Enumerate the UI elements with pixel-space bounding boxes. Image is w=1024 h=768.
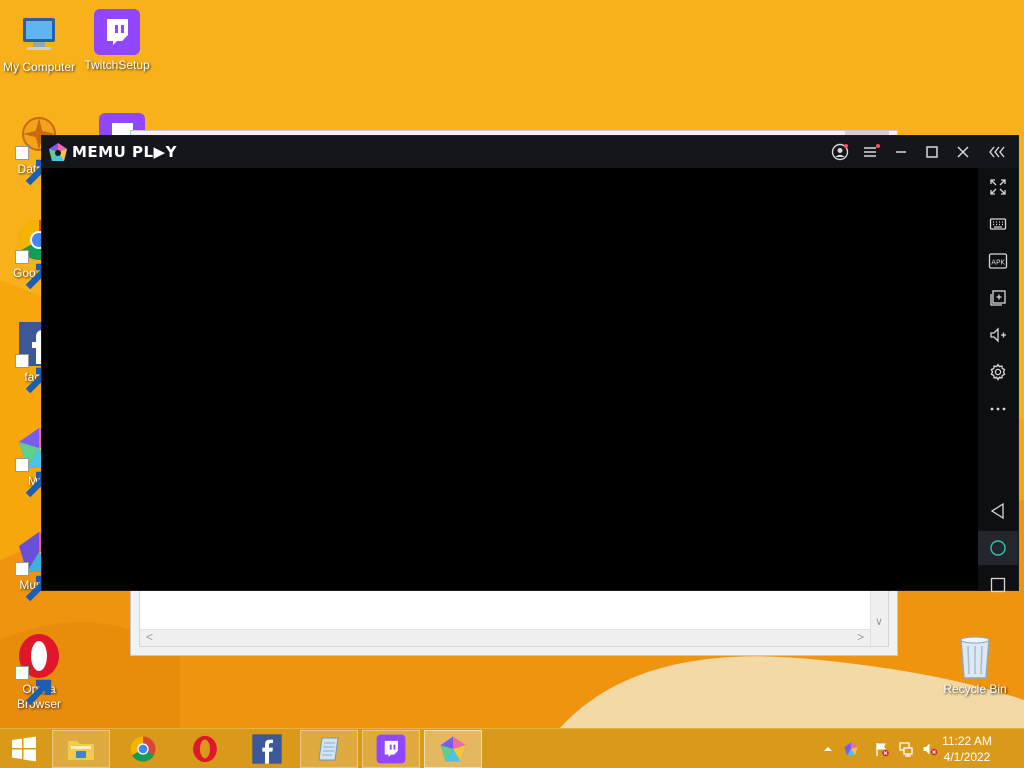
android-recents-button[interactable] <box>978 568 1018 602</box>
taskbar-chrome[interactable] <box>114 730 172 768</box>
twitch-icon <box>376 734 406 764</box>
menu-icon <box>864 144 880 157</box>
desktop-icon-twitchsetup[interactable]: TwitchSetup <box>78 8 156 73</box>
android-back-button[interactable] <box>978 494 1018 528</box>
multi-window-button[interactable] <box>978 281 1018 315</box>
computer-icon <box>15 10 63 58</box>
home-icon <box>990 540 1006 556</box>
desktop-icon-my-computer[interactable]: My Computer <box>0 10 78 75</box>
opera-icon <box>15 632 63 706</box>
shortcut-arrow-icon <box>15 250 52 290</box>
taskbar-notepad[interactable] <box>300 730 358 768</box>
shortcut-arrow-icon <box>15 354 52 394</box>
account-icon <box>831 143 849 161</box>
volume-up-icon <box>990 327 1006 343</box>
keyboard-button[interactable] <box>978 207 1018 241</box>
maximize-icon <box>926 146 938 158</box>
android-screen[interactable] <box>42 168 978 590</box>
menu-button[interactable] <box>858 140 884 164</box>
multi-window-icon <box>990 290 1006 306</box>
keyboard-icon <box>989 218 1007 230</box>
close-icon <box>957 146 969 158</box>
notepad-icon <box>318 737 339 761</box>
show-hidden-icons-icon[interactable] <box>820 741 836 757</box>
app-title: MEMU PL▶Y <box>72 143 177 161</box>
memu-icon <box>440 736 466 762</box>
shortcut-arrow-icon <box>15 666 52 706</box>
apk-icon: APK <box>988 253 1008 269</box>
system-clock[interactable]: 11:22 AM 4/1/2022 <box>932 733 1002 765</box>
scroll-left-arrow-icon[interactable]: < <box>146 630 153 644</box>
desktop: My Computer TwitchSetup DataWa Goo Chro … <box>0 0 1024 768</box>
android-home-button[interactable] <box>978 531 1018 565</box>
more-button[interactable] <box>978 392 1018 426</box>
windows-logo-icon <box>12 736 36 762</box>
shortcut-arrow-icon <box>15 458 52 498</box>
desktop-icon-label: My Computer <box>2 60 76 74</box>
action-center-flag-icon[interactable] <box>874 741 890 757</box>
clock-time: 11:22 AM <box>942 734 992 748</box>
horizontal-scrollbar[interactable]: < > <box>140 629 870 646</box>
chrome-icon <box>130 736 156 762</box>
memu-window[interactable]: MEMU PL▶Y APK <box>42 136 1018 593</box>
facebook-icon <box>252 734 282 764</box>
recycle-bin-icon <box>951 632 999 680</box>
opera-icon <box>193 735 217 763</box>
twitch-icon <box>93 8 141 56</box>
settings-button[interactable] <box>978 355 1018 389</box>
vertical-scrollbar[interactable]: ∨ <box>870 588 888 646</box>
taskbar-memu[interactable] <box>424 730 482 768</box>
scroll-right-arrow-icon[interactable]: > <box>857 630 864 644</box>
memu-logo-icon <box>49 143 67 161</box>
text-area[interactable]: ∨ < > <box>139 587 889 647</box>
memu-tray-icon[interactable] <box>843 741 859 757</box>
taskbar-file-explorer[interactable] <box>52 730 110 768</box>
network-icon[interactable] <box>898 741 914 757</box>
taskbar-opera[interactable] <box>176 730 234 768</box>
collapse-sidebar-button[interactable] <box>985 140 1011 164</box>
close-button[interactable] <box>950 140 976 164</box>
memu-sidebar: APK <box>978 168 1018 593</box>
account-button[interactable] <box>827 140 853 164</box>
back-icon <box>990 502 1004 520</box>
start-button[interactable] <box>0 730 48 768</box>
clock-date: 4/1/2022 <box>943 750 991 764</box>
desktop-icon-opera-browser[interactable]: Opera Browser <box>0 632 78 712</box>
taskbar-facebook[interactable] <box>238 730 296 768</box>
volume-up-button[interactable] <box>978 318 1018 352</box>
maximize-button[interactable] <box>919 140 945 164</box>
taskbar: 11:22 AM 4/1/2022 <box>0 728 1024 768</box>
minimize-icon <box>896 151 906 153</box>
settings-icon <box>990 363 1006 381</box>
desktop-icon-label: TwitchSetup <box>84 58 150 72</box>
desktop-icon-recycle-bin[interactable]: Recycle Bin <box>936 632 1014 697</box>
folder-icon <box>68 741 94 760</box>
fullscreen-button[interactable] <box>978 170 1018 204</box>
fullscreen-icon <box>990 179 1006 195</box>
taskbar-twitch[interactable] <box>362 730 420 768</box>
minimize-button[interactable] <box>888 140 914 164</box>
apk-label: APK <box>991 259 1005 267</box>
scroll-down-arrow-icon[interactable]: ∨ <box>875 615 883 628</box>
more-icon <box>990 407 1006 411</box>
install-apk-button[interactable]: APK <box>978 244 1018 278</box>
recents-icon <box>990 577 1006 593</box>
desktop-icon-label: Recycle Bin <box>943 682 1007 696</box>
memu-titlebar[interactable]: MEMU PL▶Y <box>42 136 1018 168</box>
collapse-sidebar-icon <box>989 146 1005 158</box>
shortcut-arrow-icon <box>15 562 52 602</box>
shortcut-arrow-icon <box>15 146 52 186</box>
